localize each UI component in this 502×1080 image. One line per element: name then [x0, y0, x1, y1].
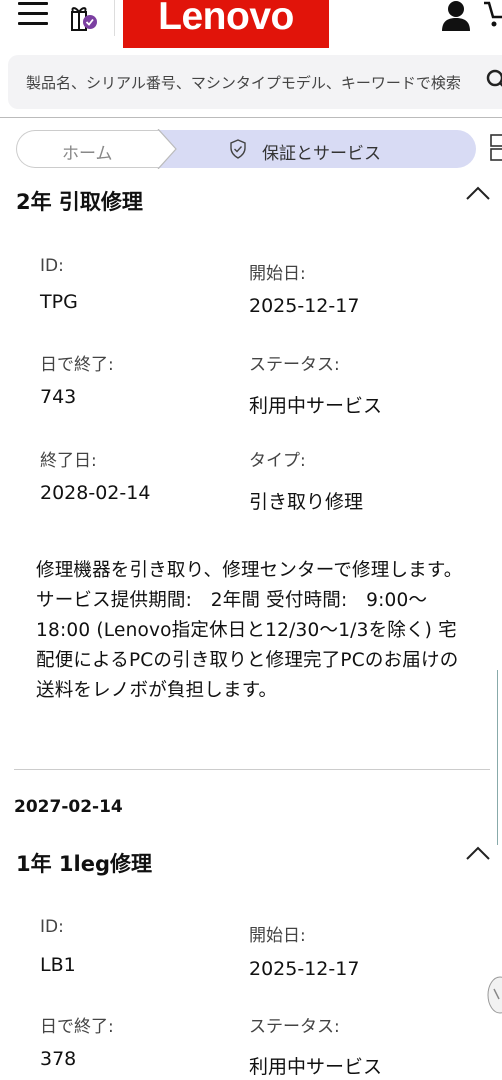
status-label: ステータス: — [249, 355, 340, 375]
lenovo-logo[interactable]: Lenovo — [123, 0, 329, 48]
id-label: ID: — [40, 256, 64, 276]
warranty-description: 修理機器を引き取り、修理センターで修理します。 サービス提供期間: 2年間 受付… — [36, 560, 463, 701]
account-icon[interactable] — [440, 0, 472, 32]
status-label: ステータス: — [249, 1017, 340, 1037]
warranty-date-header: 2027-02-14 — [14, 797, 123, 817]
search-bar — [8, 55, 502, 109]
id-value: TPG — [40, 291, 78, 313]
days-remaining-value: 378 — [40, 1048, 77, 1070]
status-value: 利用中サービス — [249, 395, 383, 417]
header-divider — [114, 0, 115, 36]
cart-icon[interactable] — [484, 0, 502, 30]
id-value: LB1 — [40, 954, 76, 976]
status-value: 利用中サービス — [249, 1056, 383, 1078]
search-input[interactable] — [26, 71, 481, 95]
start-date-label: 開始日: — [249, 926, 306, 946]
header-separator — [0, 117, 502, 118]
breadcrumb-home[interactable]: ホーム — [16, 130, 172, 168]
floating-help-icon[interactable] — [486, 975, 502, 1015]
type-label: タイプ: — [249, 451, 306, 471]
end-date-label: 終了日: — [40, 451, 97, 471]
breadcrumb-chevron-icon — [157, 129, 177, 169]
warranty-title: 2年 引取修理 — [16, 190, 143, 214]
days-remaining-label: 日で終了: — [40, 355, 114, 375]
days-remaining-value: 743 — [40, 386, 77, 408]
end-date-value: 2028-02-14 — [40, 482, 151, 504]
days-remaining-label: 日で終了: — [40, 1017, 114, 1037]
start-date-value: 2025-12-17 — [249, 295, 360, 317]
shield-check-icon — [230, 139, 246, 159]
site-header: Lenovo — [0, 0, 502, 48]
id-label: ID: — [40, 917, 64, 937]
grid-view-icon[interactable] — [490, 133, 502, 163]
warranty-title: 1年 1leg修理 — [16, 852, 153, 876]
start-date-label: 開始日: — [249, 264, 306, 284]
collapse-chevron-up-icon[interactable] — [464, 184, 492, 202]
breadcrumb: ホーム 保証とサービス — [16, 129, 476, 169]
search-icon[interactable] — [486, 69, 502, 91]
side-panel-edge[interactable] — [497, 670, 502, 845]
start-date-value: 2025-12-17 — [249, 958, 360, 980]
gift-icon[interactable] — [68, 0, 98, 32]
collapse-chevron-up-icon[interactable] — [464, 844, 492, 862]
type-value: 引き取り修理 — [249, 491, 364, 513]
section-divider — [14, 769, 490, 770]
breadcrumb-home-label: ホーム — [62, 144, 113, 164]
breadcrumb-current-label: 保証とサービス — [262, 144, 381, 164]
menu-icon[interactable] — [18, 2, 48, 26]
